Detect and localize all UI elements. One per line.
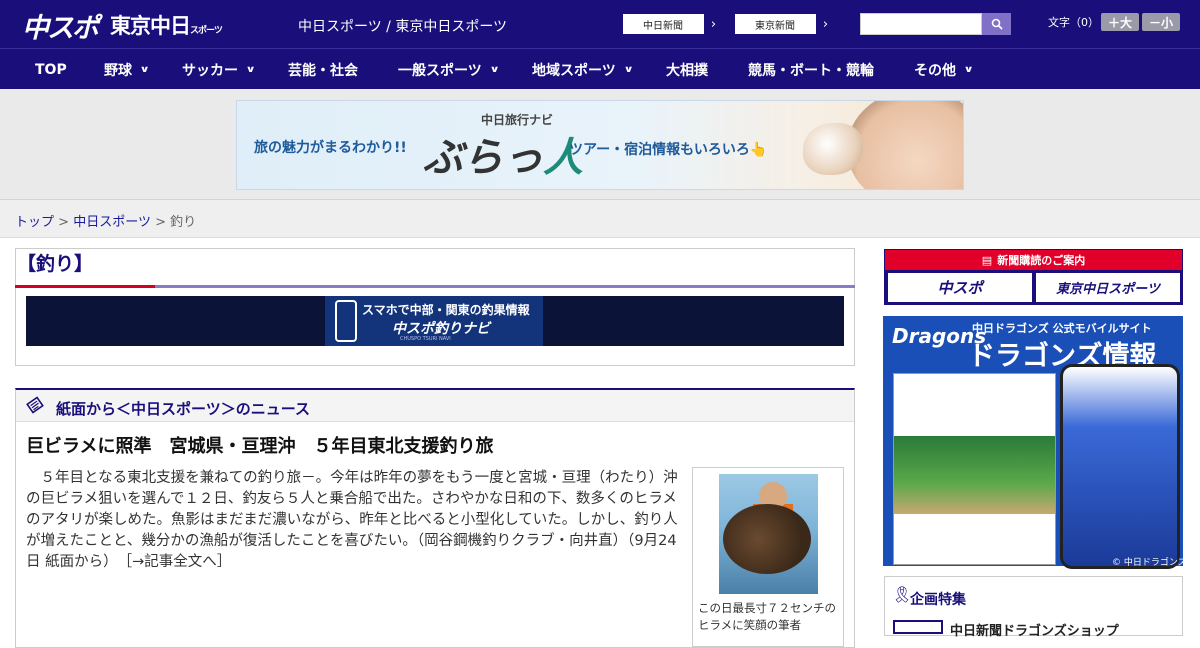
ad-left-text: 旅の魅力がまるわかり!! xyxy=(254,140,407,156)
breadcrumb-top[interactable]: トップ xyxy=(15,215,54,230)
chevron-down-icon: ∨ xyxy=(623,64,634,75)
breadcrumb-chuspo[interactable]: 中日スポーツ xyxy=(73,215,151,230)
breadcrumb-current: 釣り xyxy=(170,215,197,230)
article-text: ５年目となる東北支援を兼ねての釣り旅－。今年は昨年の夢をもう一度と宮城・亘理（わ… xyxy=(26,470,678,570)
subscription-heading: ▤ 新聞購読のご案内 xyxy=(885,250,1182,270)
newspaper-icon xyxy=(26,396,44,414)
newspaper-icon: ▤ xyxy=(981,253,993,267)
breadcrumb: トップ > 中日スポーツ > 釣り xyxy=(15,211,196,230)
section-divider-accent xyxy=(15,285,155,288)
article-more-link[interactable]: ［→記事全文へ］ xyxy=(125,554,231,570)
photo-caption: この日最長寸７２センチのヒラメに笑顔の筆者 xyxy=(698,601,836,632)
subscription-heading-text: 新聞購読のご案内 xyxy=(997,254,1086,267)
font-size-label: 文字（0） xyxy=(1048,16,1099,29)
banner-text-1: スマホで中部・関東の釣果情報 xyxy=(362,303,530,317)
photo-flounder xyxy=(723,504,811,574)
nav-item-racing[interactable]: 競馬・ボート・競輪 xyxy=(748,49,874,90)
chevron-down-icon: ∨ xyxy=(245,64,256,75)
nav-label: 競馬・ボート・競輪 xyxy=(748,62,874,79)
font-bigger-button[interactable]: ＋大 xyxy=(1101,13,1139,31)
smartphone-icon xyxy=(335,300,357,342)
ext-link-label: 東京新聞 xyxy=(755,20,795,32)
dragons-field-image xyxy=(894,436,1055,514)
banner-text-3: CHUSPO TSURI NAVI xyxy=(400,336,451,342)
tokyo-logo-text: 東京中日 xyxy=(110,14,191,38)
search-icon xyxy=(991,18,1003,30)
banner-text-2: 中スポ釣りナビ xyxy=(392,321,490,337)
page-title: 【釣り】 xyxy=(17,253,94,275)
breadcrumb-separator: > xyxy=(155,215,166,230)
main-nav: TOP 野球 ∨ サッカー ∨ 芸能・社会 一般スポーツ ∨ 地域スポーツ ∨ 大相撲 … xyxy=(0,48,1200,89)
subscribe-chuspo-button[interactable]: 中スポ xyxy=(888,273,1032,302)
chevron-down-icon: ∨ xyxy=(489,64,500,75)
ad-shell-image xyxy=(803,123,863,175)
ad-brand-big-a: ぶらっ xyxy=(423,135,543,181)
tokyo-shimbun-link[interactable]: 東京新聞 › xyxy=(734,13,836,35)
chevron-down-icon: ∨ xyxy=(963,64,974,75)
nav-item-soccer[interactable]: サッカー ∨ xyxy=(182,49,256,90)
nav-label: 芸能・社会 xyxy=(288,62,358,79)
nav-label: TOP xyxy=(35,61,67,78)
article-body: ５年目となる東北支援を兼ねての釣り旅－。今年は昨年の夢をもう一度と宮城・亘理（わ… xyxy=(26,468,686,573)
news-section-heading: 紙面から＜中日スポーツ＞のニュース xyxy=(56,400,310,418)
search-input[interactable] xyxy=(860,13,982,35)
feature-thumbnail[interactable] xyxy=(893,620,943,634)
chevron-down-icon: ∨ xyxy=(139,64,150,75)
dragons-copyright: © 中日ドラゴンズ xyxy=(1112,558,1187,568)
chevron-right-icon: › xyxy=(703,14,723,34)
article-photo[interactable] xyxy=(719,474,818,594)
tokyo-logo-small: スポーツ xyxy=(190,26,223,36)
nav-item-local-sports[interactable]: 地域スポーツ ∨ xyxy=(532,49,634,90)
tokyo-chunichi-logo[interactable]: 東京中日スポーツ xyxy=(110,10,223,40)
nav-label: 一般スポーツ xyxy=(398,62,482,79)
nav-label: サッカー xyxy=(182,62,238,79)
subscribe-tokyo-chunichi-button[interactable]: 東京中日スポーツ xyxy=(1036,273,1180,302)
nav-item-entertainment[interactable]: 芸能・社会 xyxy=(288,49,358,90)
chevron-right-icon: › xyxy=(815,14,835,34)
ad-right-text: ツアー・宿泊情報もいろいろ👆 xyxy=(569,142,768,158)
travel-ad-banner[interactable]: 旅の魅力がまるわかり!! 中日旅行ナビ ぶらっ人 ツアー・宿泊情報もいろいろ👆 xyxy=(236,100,964,190)
nav-item-sumo[interactable]: 大相撲 xyxy=(666,49,708,90)
nav-item-others[interactable]: その他 ∨ xyxy=(914,49,974,90)
search-button[interactable] xyxy=(982,13,1011,35)
nav-label: 野球 xyxy=(104,62,132,79)
nav-label: 地域スポーツ xyxy=(532,62,616,79)
font-smaller-button[interactable]: －小 xyxy=(1142,13,1180,31)
chunichi-shimbun-link[interactable]: 中日新聞 › xyxy=(622,13,724,35)
ext-link-label: 中日新聞 xyxy=(643,20,683,32)
ad-brand-big: ぶらっ人 xyxy=(423,125,583,183)
nav-label: その他 xyxy=(914,62,956,79)
site-tagline: 中日スポーツ / 東京中日スポーツ xyxy=(298,19,508,35)
ad-model-image xyxy=(847,101,963,189)
article-headline[interactable]: 巨ビラメに照準 宮城県・亘理沖 ５年目東北支援釣り旅 xyxy=(26,432,493,458)
chuspo-logo[interactable]: 中スポ xyxy=(22,6,99,45)
nav-label: 大相撲 xyxy=(666,62,708,79)
nav-item-top[interactable]: TOP xyxy=(35,49,67,90)
features-heading: 企画特集 xyxy=(910,592,966,608)
nav-item-baseball[interactable]: 野球 ∨ xyxy=(104,49,150,90)
breadcrumb-separator: > xyxy=(58,215,70,230)
dragons-phone-image xyxy=(1060,364,1180,569)
nav-item-general-sports[interactable]: 一般スポーツ ∨ xyxy=(398,49,500,90)
